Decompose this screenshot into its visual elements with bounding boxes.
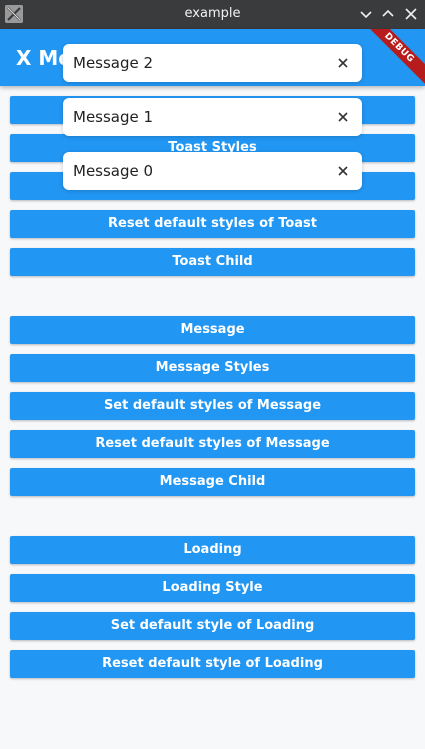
reset-default-style-loading-button[interactable]: Reset default style of Loading [10, 650, 415, 678]
message-styles-button[interactable]: Message Styles [10, 354, 415, 382]
message-toast: Message 2 [63, 44, 362, 82]
debug-banner: DEBUG [365, 29, 425, 86]
loading-style-button[interactable]: Loading Style [10, 574, 415, 602]
message-toast: Message 1 [63, 98, 362, 136]
close-icon[interactable] [336, 110, 350, 124]
set-default-style-loading-button[interactable]: Set default style of Loading [10, 612, 415, 640]
message-toast-text: Message 0 [73, 162, 154, 180]
close-icon [405, 8, 417, 20]
message-toast-text: Message 2 [73, 54, 154, 72]
loading-button[interactable]: Loading [10, 536, 415, 564]
toast-child-button[interactable]: Toast Child [10, 248, 415, 276]
maximize-icon [382, 9, 394, 17]
set-default-styles-message-button[interactable]: Set default styles of Message [10, 392, 415, 420]
close-icon[interactable] [336, 164, 350, 178]
minimize-button[interactable] [358, 6, 374, 22]
reset-default-styles-toast-button[interactable]: Reset default styles of Toast [10, 210, 415, 238]
message-child-button[interactable]: Message Child [10, 468, 415, 496]
maximize-button[interactable] [380, 6, 396, 22]
message-toast-text: Message 1 [73, 108, 154, 126]
message-button[interactable]: Message [10, 316, 415, 344]
reset-default-styles-message-button[interactable]: Reset default styles of Message [10, 430, 415, 458]
window-titlebar: example [0, 0, 425, 29]
message-toast: Message 0 [63, 152, 362, 190]
debug-label: DEBUG [365, 29, 425, 86]
close-icon[interactable] [336, 56, 350, 70]
close-window-button[interactable] [403, 6, 419, 22]
minimize-icon [360, 11, 372, 19]
